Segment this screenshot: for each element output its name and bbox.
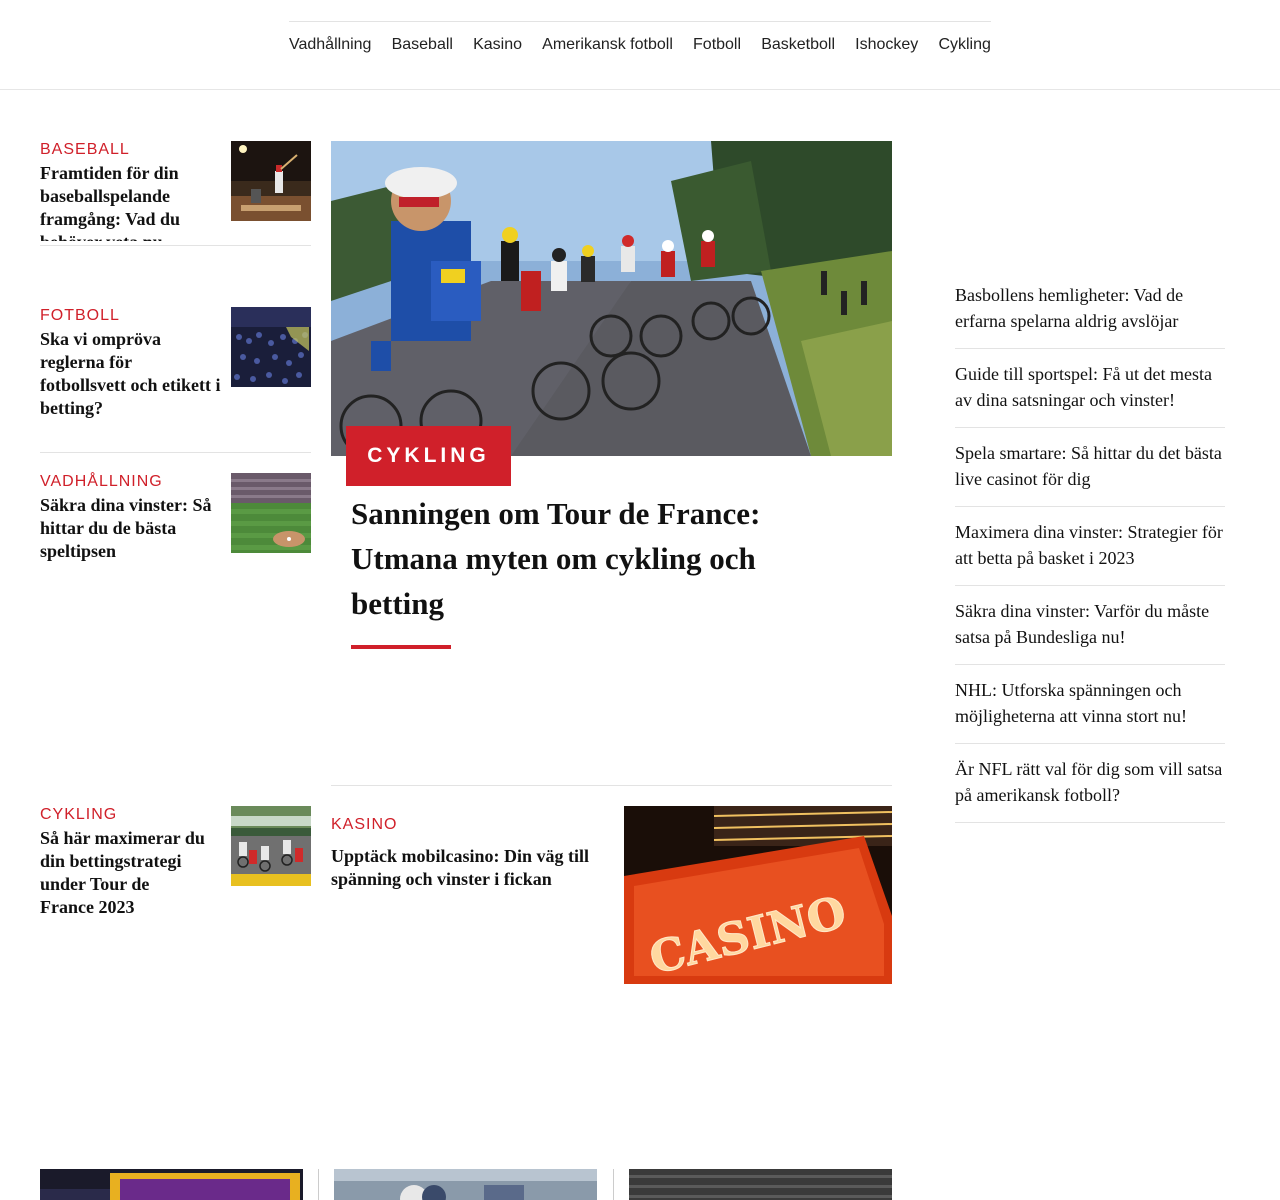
sidebar-article-link[interactable]: Spela smartare: Så hittar du det bästa l… <box>955 428 1225 507</box>
article-category[interactable]: CYKLING <box>40 806 221 824</box>
stadium-crowd-image[interactable] <box>231 307 311 387</box>
article-title[interactable]: Upptäck mobilcasino: Din väg till spänni… <box>331 845 601 891</box>
casino-sign-image[interactable]: CASINO <box>624 806 892 984</box>
sidebar-article-link[interactable]: Är NFL rätt val för dig som vill satsa p… <box>955 744 1225 823</box>
article-card-cykling: CYKLING Så här maximerar du din bettings… <box>40 806 311 919</box>
article-title[interactable]: Ska vi ompröva reglerna för fotbollsvett… <box>40 328 221 420</box>
sidebar-article-link[interactable]: NHL: Utforska spänningen och möjligheter… <box>955 665 1225 744</box>
header-divider <box>0 89 1280 90</box>
article-category[interactable]: KASINO <box>331 816 397 834</box>
nav-item-vadhallning[interactable]: Vadhållning <box>289 36 371 54</box>
article-title[interactable]: Så här maximerar du din bettingstrategi … <box>40 827 205 919</box>
peloton-image[interactable] <box>331 141 892 456</box>
nav-item-amerikansk-fotboll[interactable]: Amerikansk fotboll <box>542 36 673 54</box>
nav-item-kasino[interactable]: Kasino <box>473 36 522 54</box>
article-category[interactable]: FOTBOLL <box>40 307 221 325</box>
sidebar-article-link[interactable]: Basbollens hemligheter: Vad de erfarna s… <box>955 270 1225 349</box>
poker-sign-image[interactable] <box>40 1169 303 1200</box>
cycling-race-image[interactable] <box>231 806 311 886</box>
nav-item-ishockey[interactable]: Ishockey <box>855 36 918 54</box>
article-title[interactable]: Säkra dina vinster: Så hittar du de bäst… <box>40 494 221 563</box>
column-divider <box>318 1169 319 1200</box>
card-divider <box>40 245 311 246</box>
sidebar-article-list: Basbollens hemligheter: Vad de erfarna s… <box>955 270 1225 823</box>
nav-item-cykling[interactable]: Cykling <box>938 36 990 54</box>
nav-item-basketboll[interactable]: Basketboll <box>761 36 835 54</box>
nav-item-fotboll[interactable]: Fotboll <box>693 36 741 54</box>
main-nav: Vadhållning Baseball Kasino Amerikansk f… <box>289 21 991 69</box>
hero-category-badge[interactable]: CYKLING <box>346 426 511 486</box>
article-title[interactable]: Framtiden för din baseballspelande framg… <box>40 162 221 241</box>
nav-item-baseball[interactable]: Baseball <box>392 36 453 54</box>
sidebar-article-link[interactable]: Guide till sportspel: Få ut det mesta av… <box>955 349 1225 428</box>
column-divider <box>613 1169 614 1200</box>
hero-title[interactable]: Sanningen om Tour de France: Utmana myte… <box>351 491 831 626</box>
baseball-field-image[interactable] <box>231 473 311 553</box>
article-card-fotboll: FOTBOLL Ska vi ompröva reglerna för fotb… <box>40 307 311 420</box>
stadium-image[interactable] <box>629 1169 892 1200</box>
article-category[interactable]: BASEBALL <box>40 141 221 159</box>
baseball-batter-image[interactable] <box>231 141 311 221</box>
card-divider <box>40 452 311 453</box>
sidebar-article-link[interactable]: Säkra dina vinster: Varför du måste sats… <box>955 586 1225 665</box>
section-divider <box>331 785 892 786</box>
sidebar-article-link[interactable]: Maximera dina vinster: Strategier för at… <box>955 507 1225 586</box>
article-category[interactable]: VADHÅLLNING <box>40 473 221 491</box>
football-players-image[interactable] <box>334 1169 597 1200</box>
article-card-baseball: BASEBALL Framtiden för din baseballspela… <box>40 141 311 241</box>
hero-accent-bar <box>351 645 451 649</box>
article-card-vadhallning: VADHÅLLNING Säkra dina vinster: Så hitta… <box>40 473 311 563</box>
